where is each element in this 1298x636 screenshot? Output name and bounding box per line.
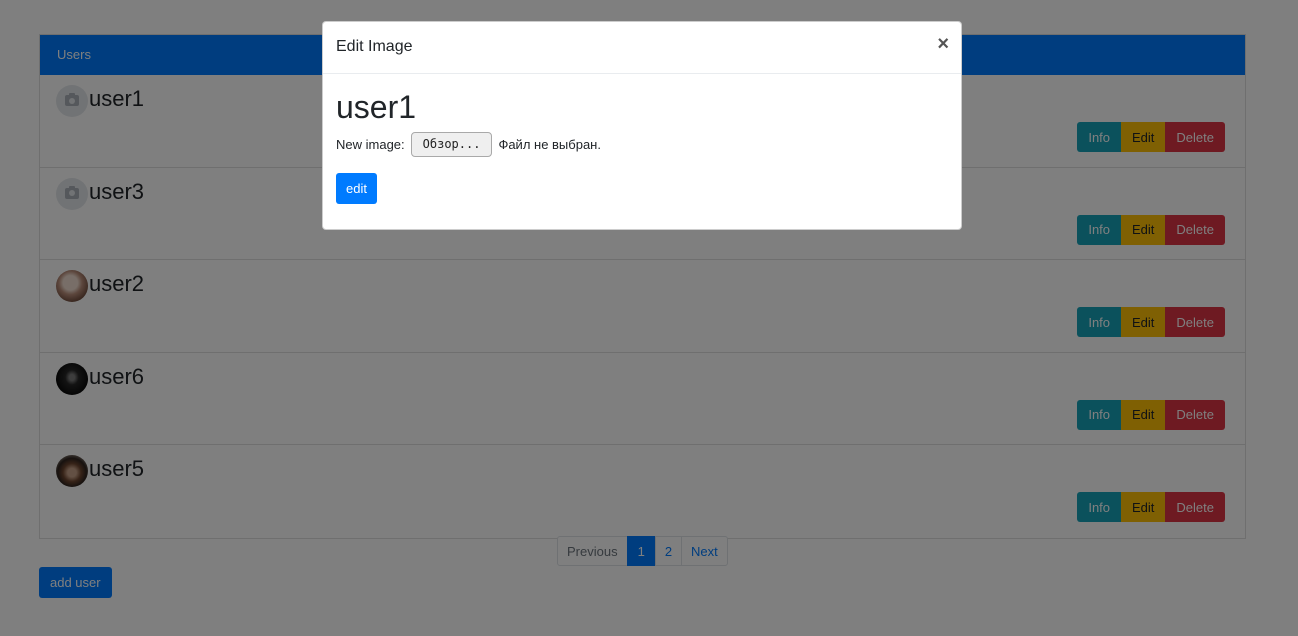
edit-image-modal: Edit Image × user1 New image: Обзор... Ф…: [322, 21, 962, 230]
submit-edit-button[interactable]: edit: [336, 173, 377, 204]
close-icon[interactable]: ×: [937, 32, 949, 56]
page: Users user1 Info Edit Delete user3 Info …: [0, 0, 1298, 636]
modal-username: user1: [336, 89, 417, 125]
modal-title: Edit Image: [336, 38, 413, 55]
file-label: New image:: [336, 137, 405, 152]
modal-header: Edit Image ×: [323, 22, 961, 74]
file-status: Файл не выбран.: [498, 137, 601, 152]
browse-file-button[interactable]: Обзор...: [410, 132, 493, 157]
file-input-row: New image: Обзор... Файл не выбран.: [336, 132, 601, 157]
